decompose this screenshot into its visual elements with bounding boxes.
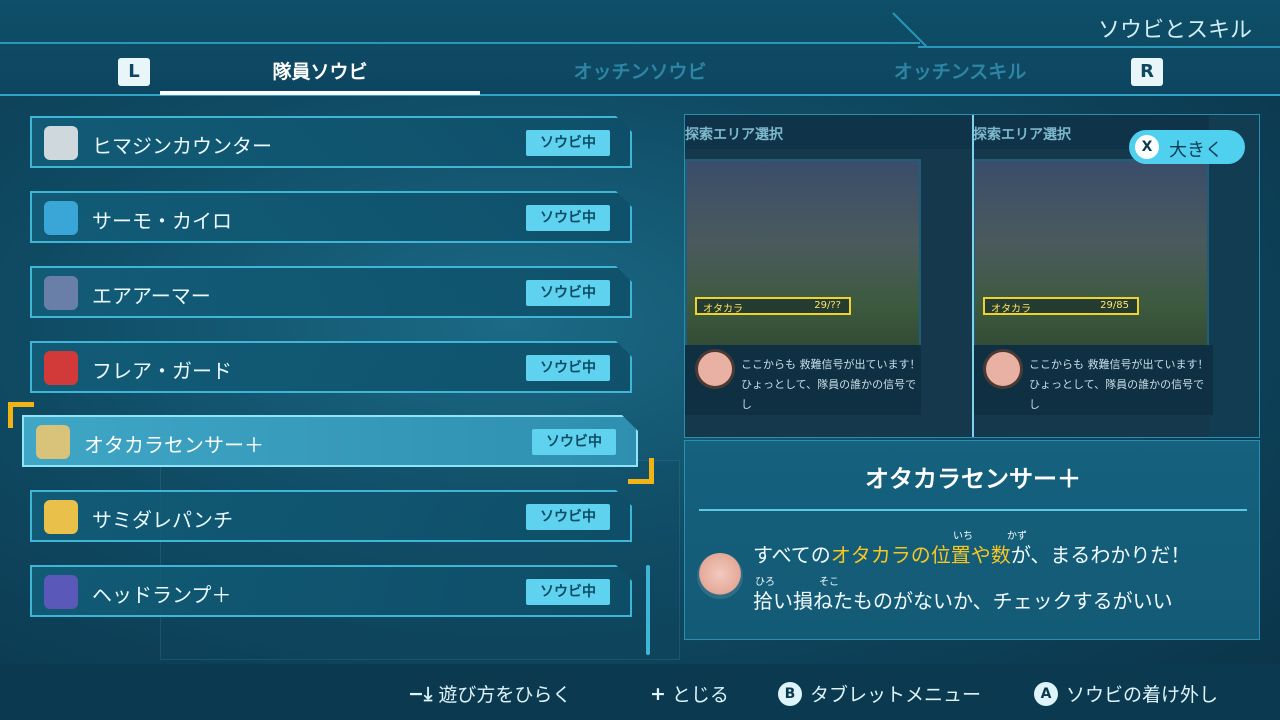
equipped-badge: ソウビ中 bbox=[526, 130, 610, 156]
gear-item-selected[interactable]: オタカラセンサー＋ ソウビ中 bbox=[22, 415, 638, 467]
preview-landscape bbox=[685, 159, 921, 369]
selection-bracket-bottom-right bbox=[628, 458, 654, 484]
equip-toggle-button[interactable]: A ソウビの着け外し bbox=[1034, 680, 1218, 708]
tab-otchin-gear[interactable]: オッチンソウビ bbox=[480, 58, 800, 94]
description-divider bbox=[699, 509, 1247, 511]
preview-screen-title: 探索エリア選択 bbox=[685, 115, 921, 149]
equipped-badge: ソウビ中 bbox=[526, 280, 610, 306]
r-bumper-button[interactable]: R bbox=[1131, 58, 1163, 86]
gear-item[interactable]: フレア・ガード ソウビ中 bbox=[30, 341, 632, 393]
equipped-badge: ソウビ中 bbox=[526, 355, 610, 381]
tab-crew-gear[interactable]: 隊員ソウビ bbox=[160, 58, 480, 94]
close-button[interactable]: + とじる bbox=[650, 680, 729, 708]
gear-item-name: オタカラセンサー＋ bbox=[84, 433, 264, 457]
preview-treasure-row: オタカラ 29/85 bbox=[983, 297, 1139, 315]
gear-item[interactable]: ヘッドランプ＋ ソウビ中 bbox=[30, 565, 632, 617]
air-armor-icon bbox=[44, 276, 78, 310]
preview-before: 探索エリア選択 オタカラ 29/?? ここからも 救難信号が出ています！ ひょっ… bbox=[685, 115, 925, 437]
rapid-punch-icon bbox=[44, 500, 78, 534]
description-panel: オタカラセンサー＋ いち かず すべてのオタカラの位置や数が、まるわかりだ！ ひ… bbox=[684, 440, 1260, 640]
equipped-badge: ソウビ中 bbox=[532, 429, 616, 455]
plus-icon: + bbox=[650, 682, 666, 705]
section-title: ソウビとスキル bbox=[1097, 18, 1252, 43]
help-button[interactable]: −⤓ 遊び方をひらく bbox=[408, 680, 571, 708]
equipped-badge: ソウビ中 bbox=[526, 579, 610, 605]
equipped-badge: ソウビ中 bbox=[526, 205, 610, 231]
preview-landscape bbox=[973, 159, 1209, 369]
treasure-sensor-icon bbox=[36, 425, 70, 459]
flare-guard-icon bbox=[44, 351, 78, 385]
tab-otchin-skill[interactable]: オッチンスキル bbox=[800, 58, 1120, 94]
gear-item-name: エアアーマー bbox=[92, 284, 211, 308]
gear-item[interactable]: ヒマジンカウンター ソウビ中 bbox=[30, 116, 632, 168]
x-button-icon: X bbox=[1135, 135, 1159, 159]
description-line-1: すべてのオタカラの位置や数が、まるわかりだ！ bbox=[753, 543, 1191, 567]
counter-device-icon bbox=[44, 126, 78, 160]
character-avatar-icon bbox=[697, 553, 743, 599]
list-scrollbar[interactable] bbox=[646, 565, 650, 655]
character-face-icon bbox=[695, 349, 735, 389]
gear-item-name: ヒマジンカウンター bbox=[92, 134, 272, 158]
headlamp-icon bbox=[44, 575, 78, 609]
gear-item-name: サミダレパンチ bbox=[92, 508, 233, 532]
zoom-button-label: 大きく bbox=[1169, 140, 1223, 161]
gear-item[interactable]: サーモ・カイロ ソウビ中 bbox=[30, 191, 632, 243]
description-line-2: 拾い損ねたものがないか、チェックするがいい bbox=[753, 589, 1173, 613]
tablet-menu-button[interactable]: B タブレットメニュー bbox=[778, 680, 981, 708]
selection-bracket-top-left bbox=[8, 402, 34, 428]
character-face-icon bbox=[983, 349, 1023, 389]
gear-item[interactable]: サミダレパンチ ソウビ中 bbox=[30, 490, 632, 542]
minus-download-icon: −⤓ bbox=[408, 682, 433, 705]
preview-treasure-row: オタカラ 29/?? bbox=[695, 297, 851, 315]
b-button-icon: B bbox=[778, 681, 802, 706]
preview-divider bbox=[972, 115, 974, 437]
a-button-icon: A bbox=[1034, 681, 1058, 706]
header-divider bbox=[0, 14, 920, 44]
gear-item[interactable]: エアアーマー ソウビ中 bbox=[30, 266, 632, 318]
zoom-button[interactable]: X 大きく bbox=[1129, 130, 1245, 164]
l-bumper-button[interactable]: L bbox=[118, 58, 150, 86]
gear-item-name: ヘッドランプ＋ bbox=[92, 583, 232, 607]
gear-item-name: フレア・ガード bbox=[92, 359, 232, 383]
footer-bar: −⤓ 遊び方をひらく + とじる B タブレットメニュー A ソウビの着け外し bbox=[0, 664, 1280, 720]
active-tab-underline bbox=[160, 91, 480, 95]
description-title: オタカラセンサー＋ bbox=[865, 465, 1081, 493]
equipped-badge: ソウビ中 bbox=[526, 504, 610, 530]
gear-item-name: サーモ・カイロ bbox=[92, 209, 232, 233]
thermo-warmer-icon bbox=[44, 201, 78, 235]
